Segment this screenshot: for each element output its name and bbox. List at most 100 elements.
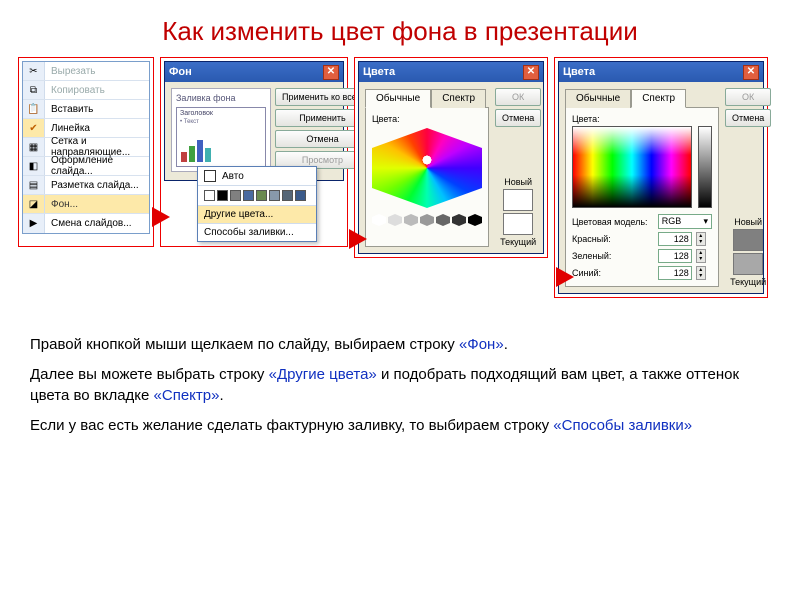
gray-swatch[interactable] [372,214,386,226]
current-label: Текущий [500,237,536,247]
spinner[interactable]: ▴▾ [696,266,706,280]
instruction-text: Правой кнопкой мыши щелкаем по слайду, в… [0,317,800,436]
ctx-background[interactable]: ◪Фон... [23,195,149,214]
model-select[interactable]: RGB▾ [658,214,712,229]
gray-swatch[interactable] [468,214,482,226]
rgb-inputs: Цветовая модель: RGB▾ Красный: ▴▾ Зеленый… [572,214,712,280]
colors-spec-titlebar: Цвета ✕ [559,62,763,82]
bg-dialog-titlebar: Фон ✕ [165,62,343,82]
gray-swatch[interactable] [420,214,434,226]
panel-bg-dialog: Фон ✕ Заливка фона Заголовок • Текст [160,57,348,247]
colors-std-titlebar: Цвета ✕ [359,62,543,82]
chevron-down-icon: ▾ [703,216,708,227]
colors-spec-dialog: Цвета ✕ Обычные Спектр Цвета: [558,61,764,294]
luminance-slider[interactable] [692,126,712,208]
tab-spectrum[interactable]: Спектр [431,89,486,108]
context-menu: ✂Вырезать ⧉Копировать 📋Вставить ✔Линейка… [22,61,150,234]
copy-icon: ⧉ [23,81,45,99]
spinner[interactable]: ▴▾ [696,232,706,246]
tab-standard[interactable]: Обычные [565,89,631,108]
layout-icon: ▤ [23,176,45,194]
tab-standard[interactable]: Обычные [365,89,431,108]
ctx-paste[interactable]: 📋Вставить [23,100,149,119]
swatch[interactable] [243,190,254,201]
new-label: Новый [734,217,762,227]
ctx-copy[interactable]: ⧉Копировать [23,81,149,100]
spectrum-picker[interactable] [572,126,692,208]
bg-dialog: Фон ✕ Заливка фона Заголовок • Текст [164,61,344,181]
new-color-preview [503,189,533,211]
more-colors-row[interactable]: Другие цвета... [198,205,316,223]
current-label: Текущий [730,277,766,287]
swatch[interactable] [217,190,228,201]
auto-color-row[interactable]: Авто [198,167,316,185]
fill-group-label: Заливка фона [176,93,266,103]
ok-button[interactable]: ОК [725,88,771,106]
close-button[interactable]: ✕ [323,65,339,80]
close-button[interactable]: ✕ [523,65,539,80]
fill-effects-row[interactable]: Способы заливки... [198,223,316,241]
colors-std-title: Цвета [363,66,395,78]
keyword-fill-methods: «Способы заливки» [553,417,692,434]
arrow-icon [556,267,574,287]
paste-icon: 📋 [23,100,45,118]
tab-spectrum[interactable]: Спектр [631,89,686,108]
gray-swatch[interactable] [452,214,466,226]
keyword-other-colors: «Другие цвета» [269,366,377,383]
swatch[interactable] [230,190,241,201]
cancel-button[interactable]: Отмена [725,109,771,127]
check-icon: ✔ [23,119,45,137]
gray-swatch[interactable] [404,214,418,226]
page-title: Как изменить цвет фона в презентации [0,0,800,57]
red-label: Красный: [572,234,654,244]
swatch[interactable] [282,190,293,201]
colors-label: Цвета: [572,114,712,124]
ctx-transition[interactable]: ▶Смена слайдов... [23,214,149,233]
gray-swatch[interactable] [436,214,450,226]
fill-icon: ◪ [23,195,45,213]
ctx-cut[interactable]: ✂Вырезать [23,62,149,81]
panel-colors-spectrum: Цвета ✕ Обычные Спектр Цвета: [554,57,768,298]
red-input[interactable] [658,232,692,246]
colors-spec-title: Цвета [563,66,595,78]
color-dropdown: Авто Другие цвета... Способы заливки... [197,166,317,242]
arrow-icon [349,229,367,249]
colors-label: Цвета: [372,114,482,124]
current-color-preview [503,213,533,235]
current-color-preview [733,253,763,275]
slide-thumbnail: Заголовок • Текст [176,107,266,167]
bg-dialog-title: Фон [169,66,192,78]
panel-colors-standard: Цвета ✕ Обычные Спектр Цвета: [354,57,548,258]
blue-label: Синий: [572,268,654,278]
green-label: Зеленый: [572,251,654,261]
spinner[interactable]: ▴▾ [696,249,706,263]
new-color-preview [733,229,763,251]
close-button[interactable]: ✕ [743,65,759,80]
ctx-design[interactable]: ◧Оформление слайда... [23,157,149,176]
keyword-spectrum: «Спектр» [154,387,220,404]
swatch[interactable] [295,190,306,201]
gray-swatch[interactable] [388,214,402,226]
green-input[interactable] [658,249,692,263]
swatch[interactable] [204,190,215,201]
swatch[interactable] [256,190,267,201]
cut-icon: ✂ [23,62,45,80]
color-swatches[interactable] [198,185,316,205]
design-icon: ◧ [23,157,45,175]
ctx-layout[interactable]: ▤Разметка слайда... [23,176,149,195]
transition-icon: ▶ [23,214,45,233]
grid-icon: ▦ [23,138,45,156]
ok-button[interactable]: ОК [495,88,541,106]
fill-group: Заливка фона Заголовок • Текст [171,88,271,172]
panel-context-menu: ✂Вырезать ⧉Копировать 📋Вставить ✔Линейка… [18,57,154,247]
model-label: Цветовая модель: [572,217,654,227]
cancel-button[interactable]: Отмена [495,109,541,127]
colors-std-dialog: Цвета ✕ Обычные Спектр Цвета: [358,61,544,254]
panels-row: ✂Вырезать ⧉Копировать 📋Вставить ✔Линейка… [0,57,800,317]
arrow-icon [152,207,170,227]
hex-color-picker[interactable] [372,128,482,238]
swatch[interactable] [269,190,280,201]
keyword-fon: «Фон» [459,336,504,353]
new-label: Новый [504,177,532,187]
blue-input[interactable] [658,266,692,280]
